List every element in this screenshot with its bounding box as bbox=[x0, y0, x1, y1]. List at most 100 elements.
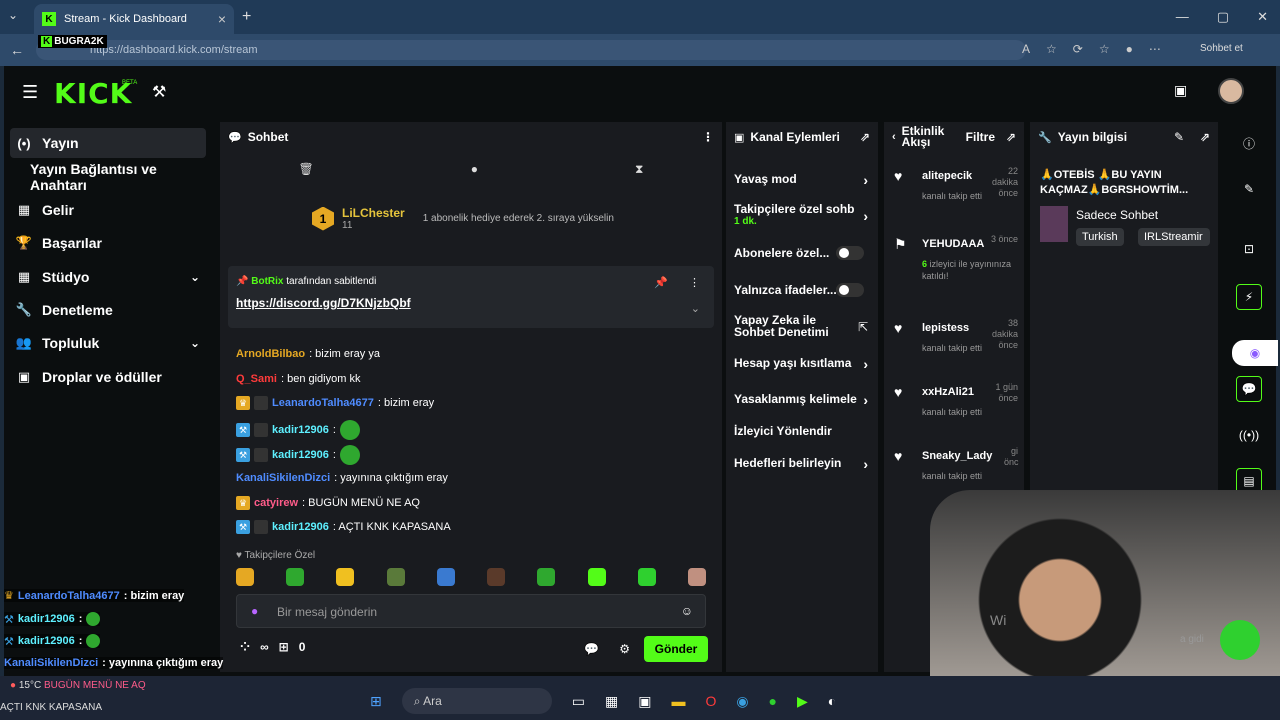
event-user[interactable]: xxHzAli21 bbox=[922, 386, 988, 398]
minimize-icon[interactable]: — bbox=[1176, 9, 1189, 25]
raid-item[interactable]: İzleyici Yönlendir bbox=[734, 424, 870, 438]
emote-icon[interactable] bbox=[487, 568, 506, 586]
url-field[interactable]: https://dashboard.kick.com/stream bbox=[36, 40, 1026, 60]
chat-bubble-icon[interactable]: 💬 bbox=[1236, 376, 1262, 402]
ai-moderation-item[interactable]: Yapay Zeka ile Sohbet Denetimi bbox=[734, 314, 854, 338]
file-explorer-icon[interactable]: ▬ bbox=[671, 693, 685, 709]
settings-gear-icon[interactable]: ⚙ bbox=[619, 642, 630, 656]
taskbar-search[interactable]: ⌕ Ara bbox=[401, 688, 552, 714]
sidebar-item-denetleme[interactable]: 🔧 Denetleme bbox=[10, 295, 206, 325]
pinned-link[interactable]: https://discord.gg/D7KNjzbQbf bbox=[236, 296, 411, 310]
emote-icon[interactable] bbox=[436, 568, 455, 586]
windows-start-icon[interactable]: ⊞ bbox=[370, 693, 382, 710]
emote-icon[interactable] bbox=[386, 568, 405, 586]
external-link-icon[interactable]: ⇱ bbox=[858, 320, 868, 334]
goals-item[interactable]: Hedefleri belirleyin › bbox=[734, 456, 870, 472]
banned-words-item[interactable]: Yasaklanmış kelimele › bbox=[734, 392, 870, 408]
kick-app-icon[interactable]: ▶ bbox=[797, 693, 808, 710]
edge-icon[interactable]: ◉ bbox=[736, 693, 748, 710]
event-user[interactable]: Sneaky_Lady bbox=[922, 450, 1002, 462]
emote-icon[interactable] bbox=[687, 568, 706, 586]
followers-only-item[interactable]: Takipçilere özel sohb 1 dk. › bbox=[734, 202, 870, 227]
category-name[interactable]: Sadece Sohbet bbox=[1076, 208, 1158, 222]
profile-icon[interactable]: ● bbox=[1126, 42, 1133, 56]
emote-icon[interactable] bbox=[286, 568, 305, 586]
emoji-icon[interactable]: ☺ bbox=[681, 604, 693, 618]
kick-logo[interactable]: KICK bbox=[54, 77, 132, 110]
send-button[interactable]: Gönder bbox=[644, 636, 708, 662]
close-tab-icon[interactable]: × bbox=[218, 11, 226, 27]
edit-pencil-icon[interactable]: ✎ bbox=[1236, 176, 1262, 202]
slow-mode-item[interactable]: Yavaş mod › bbox=[734, 172, 870, 188]
event-user[interactable]: YEHUDAAA bbox=[922, 238, 988, 250]
chat-icon[interactable]: ● bbox=[471, 162, 478, 177]
emote-icon[interactable] bbox=[587, 568, 606, 586]
chat-username[interactable]: KanaliSikilenDizci bbox=[236, 472, 330, 484]
favorites-icon[interactable]: ☆ bbox=[1099, 42, 1110, 56]
menu-hamburger-icon[interactable]: ☰ bbox=[22, 82, 38, 103]
emote-icon[interactable] bbox=[537, 568, 556, 586]
filter-button[interactable]: Filtre bbox=[966, 130, 995, 144]
obs-icon[interactable]: ◐ bbox=[828, 693, 836, 709]
stream-preview-icon[interactable]: ▣ bbox=[1174, 82, 1187, 99]
hammer-icon[interactable]: ⚒ bbox=[152, 82, 166, 102]
teams-icon[interactable]: ▦ bbox=[605, 693, 618, 710]
maximize-icon[interactable]: ▢ bbox=[1217, 9, 1229, 25]
gifter-name[interactable]: LiLChester bbox=[342, 206, 405, 220]
popout-icon[interactable]: ⇗ bbox=[1200, 130, 1210, 144]
subscribers-only-toggle[interactable] bbox=[836, 246, 864, 260]
new-tab-icon[interactable]: + bbox=[242, 8, 251, 26]
emote-icon[interactable] bbox=[336, 568, 355, 586]
chat-username[interactable]: kadir12906 bbox=[272, 424, 329, 436]
emotes-only-toggle[interactable] bbox=[836, 283, 864, 297]
avatar[interactable] bbox=[1218, 78, 1244, 104]
gift-icon[interactable]: ⊞ bbox=[279, 640, 289, 654]
chevron-down-icon[interactable]: ⌄ bbox=[691, 302, 700, 315]
chat-username[interactable]: kadir12906 bbox=[272, 449, 329, 461]
chat-more-icon[interactable]: ⋮ bbox=[702, 130, 714, 144]
store-icon[interactable]: ▣ bbox=[638, 693, 651, 710]
opera-icon[interactable]: O bbox=[705, 693, 716, 709]
copilot-icon[interactable]: ◉ bbox=[1232, 340, 1278, 366]
info-icon[interactable]: ⓘ bbox=[1236, 130, 1262, 156]
chat-username[interactable]: catyirew bbox=[254, 497, 298, 509]
sidebar-item-yayin[interactable]: (•) Yayın bbox=[10, 128, 206, 158]
microphone-icon[interactable]: ● bbox=[251, 604, 258, 618]
broadcast-icon[interactable]: ((•)) bbox=[1236, 422, 1262, 448]
account-age-item[interactable]: Hesap yaşı kısıtlama › bbox=[734, 356, 870, 372]
sidebar-item-topluluk[interactable]: 👥 Topluluk ⌄ bbox=[10, 328, 206, 358]
sidebar-item-studyo[interactable]: ▦ Stüdyo ⌄ bbox=[10, 262, 206, 292]
sidebar-item-droplar[interactable]: ▣ Droplar ve ödüller bbox=[10, 362, 206, 392]
browser-tab[interactable]: K Stream - Kick Dashboard × bbox=[34, 4, 234, 34]
lightning-icon[interactable]: ⚡ bbox=[1236, 284, 1262, 310]
back-arrow-icon[interactable]: ← bbox=[10, 42, 24, 58]
favorite-star-icon[interactable]: ☆ bbox=[1046, 42, 1057, 56]
tag-chip[interactable]: IRLStreamir bbox=[1138, 228, 1210, 246]
hourglass-icon[interactable]: ⧗ bbox=[635, 162, 643, 177]
emote-icon[interactable] bbox=[637, 568, 656, 586]
chat-username[interactable]: Q_Sami bbox=[236, 373, 277, 385]
trash-icon[interactable]: 🗑 bbox=[299, 162, 314, 177]
pinned-by-user[interactable]: BotRix bbox=[251, 276, 283, 287]
event-user[interactable]: lepistess bbox=[922, 322, 988, 334]
chat-username[interactable]: kadir12906 bbox=[272, 521, 329, 533]
emotes-only-item[interactable]: Yalnızca ifadeler... bbox=[734, 283, 870, 297]
tab-list-chevron-icon[interactable]: ⌄ bbox=[8, 8, 18, 22]
scan-icon[interactable]: ⊡ bbox=[1236, 236, 1262, 262]
chat-username[interactable]: ArnoldBilbao bbox=[236, 348, 305, 360]
edit-pencil-icon[interactable]: ✎ bbox=[1174, 130, 1184, 144]
pin-icon[interactable]: 📌 bbox=[654, 276, 668, 289]
emote-icon[interactable] bbox=[236, 568, 254, 586]
close-window-icon[interactable]: ✕ bbox=[1257, 9, 1268, 25]
chat-username[interactable]: LeanardoTalha4677 bbox=[272, 397, 374, 409]
chat-bubble-icon[interactable]: 💬 bbox=[584, 642, 599, 656]
pinned-more-icon[interactable]: ⋮ bbox=[689, 276, 700, 289]
sidebar-item-gelir[interactable]: ▦ Gelir bbox=[10, 195, 206, 225]
event-user[interactable]: alitepecik bbox=[922, 170, 988, 182]
task-view-icon[interactable]: ▭ bbox=[572, 693, 585, 710]
sidebar-item-basarilar[interactable]: 🏆 Başarılar bbox=[10, 228, 206, 258]
subscribers-only-item[interactable]: Abonelere özel... bbox=[734, 246, 870, 260]
read-aloud-icon[interactable]: A bbox=[1022, 42, 1030, 56]
chat-input[interactable]: ● Bir mesaj gönderin ☺ bbox=[236, 594, 706, 628]
more-icon[interactable]: ⋯ bbox=[1149, 42, 1161, 56]
